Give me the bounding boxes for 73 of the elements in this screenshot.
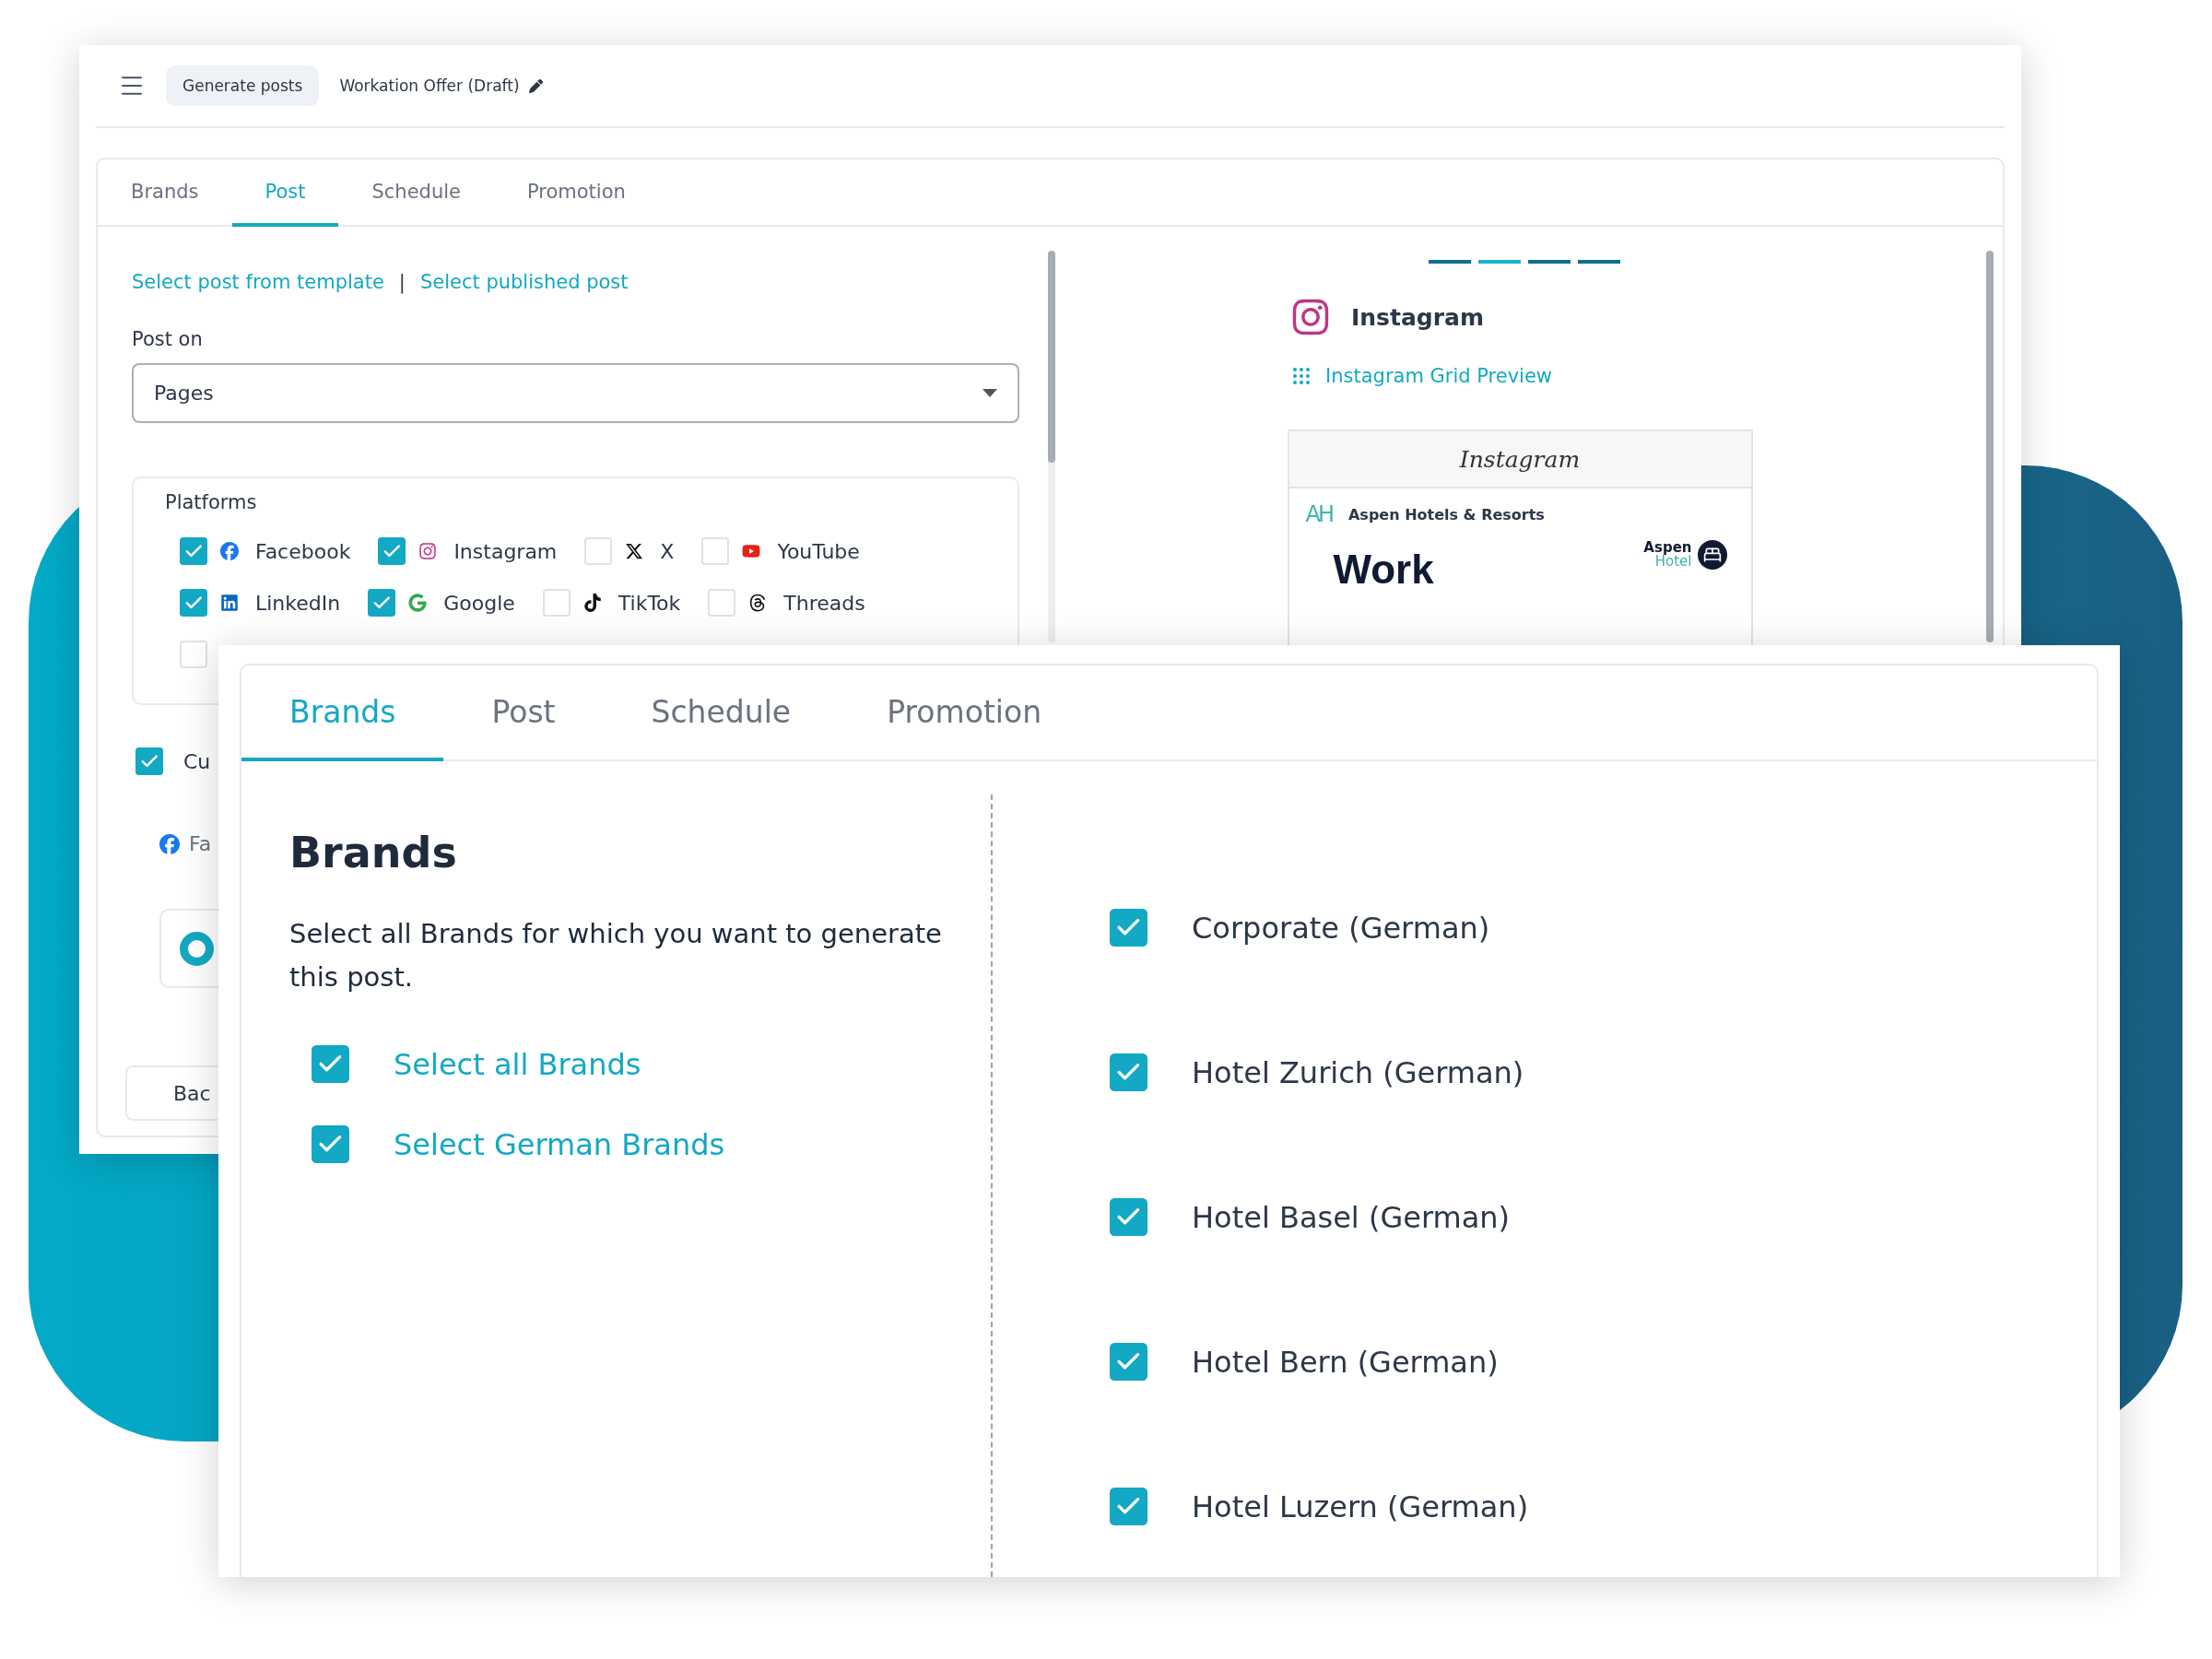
- platform-label: Facebook: [255, 539, 351, 563]
- ring-icon: [180, 931, 214, 966]
- platforms-title: Platforms: [165, 491, 258, 513]
- tab[interactable]: Post: [443, 665, 604, 761]
- section-description: Select all Brands for which you want to generate this post.: [289, 917, 943, 994]
- caret-icon: [982, 389, 997, 397]
- brand-name: Aspen: [1643, 541, 1692, 555]
- tab[interactable]: Promotion: [493, 159, 659, 227]
- grid-preview-link[interactable]: Instagram Grid Preview: [1290, 365, 1751, 387]
- checkbox[interactable]: [1110, 1053, 1147, 1091]
- platform-label: Google: [443, 591, 515, 615]
- instagram-icon: [1290, 297, 1331, 337]
- checkbox[interactable]: [312, 1045, 349, 1083]
- platform-label: X: [660, 539, 675, 563]
- instagram-icon: [418, 542, 438, 560]
- checkbox[interactable]: [1110, 909, 1147, 947]
- platform-label: TikTok: [618, 591, 681, 615]
- published-post-link[interactable]: Select published post: [419, 271, 629, 293]
- quick-select-label[interactable]: Select German Brands: [394, 1126, 725, 1162]
- brand-label: Corporate (German): [1192, 910, 1490, 946]
- tab[interactable]: Schedule: [338, 159, 494, 227]
- tab[interactable]: Schedule: [603, 665, 840, 761]
- field-label: Post on: [132, 328, 204, 350]
- pencil-icon[interactable]: [528, 78, 543, 93]
- breadcrumb-chip[interactable]: Generate posts: [166, 65, 320, 106]
- app-name: Instagram: [1459, 445, 1581, 473]
- section-title: Brands: [289, 828, 458, 877]
- checkbox[interactable]: [1110, 1198, 1147, 1236]
- option-label: Cu: [183, 749, 211, 773]
- checkbox[interactable]: [312, 1125, 349, 1163]
- platform-name: Instagram: [1351, 303, 1484, 331]
- checkbox[interactable]: [1110, 1488, 1147, 1525]
- x-icon: [625, 542, 644, 560]
- checkbox[interactable]: [180, 589, 207, 617]
- link-separator: |: [398, 271, 406, 293]
- facebook-icon: [159, 833, 180, 854]
- platform-label: Threads: [783, 591, 865, 615]
- threads-icon: [748, 594, 768, 612]
- scrollbar[interactable]: [1048, 251, 1055, 642]
- quick-select-label[interactable]: Select all Brands: [394, 1046, 641, 1082]
- account-logo: AH: [1305, 501, 1332, 527]
- facebook-icon: [220, 542, 239, 560]
- tab[interactable]: Brands: [98, 159, 232, 227]
- checkbox[interactable]: [1110, 1343, 1147, 1381]
- platform-label: Instagram: [453, 539, 558, 563]
- brand-subtitle: Hotel: [1654, 555, 1692, 569]
- post-headline: Work: [1333, 549, 1434, 590]
- tab[interactable]: Post: [231, 159, 339, 227]
- scrollbar[interactable]: [1986, 251, 1994, 642]
- brand-label: Hotel Basel (German): [1192, 1199, 1511, 1235]
- checkbox[interactable]: [180, 537, 207, 565]
- youtube-icon: [742, 542, 761, 560]
- back-button[interactable]: Bac: [125, 1065, 218, 1121]
- post-on-select[interactable]: Pages: [132, 363, 1019, 423]
- bed-icon: [1697, 540, 1727, 570]
- platform-label: LinkedIn: [255, 591, 341, 615]
- draft-title: Workation Offer (Draft): [339, 76, 520, 95]
- grid-icon: [1290, 365, 1312, 387]
- checkbox[interactable]: [368, 589, 396, 617]
- template-link[interactable]: Select post from template: [132, 271, 384, 293]
- brand-label: Hotel Luzern (German): [1192, 1488, 1529, 1524]
- checkbox[interactable]: [378, 537, 406, 565]
- linkedin-icon: [220, 594, 239, 612]
- tab[interactable]: Brands: [241, 665, 444, 761]
- account-name: Aspen Hotels & Resorts: [1347, 505, 1545, 524]
- brand-label: Hotel Zurich (German): [1192, 1054, 1524, 1090]
- google-icon: [408, 594, 428, 612]
- brand-label: Hotel Bern (German): [1192, 1344, 1499, 1380]
- platform-label: YouTube: [777, 539, 860, 563]
- tiktok-icon: [582, 594, 602, 612]
- checkbox[interactable]: [135, 747, 163, 775]
- tab[interactable]: Promotion: [839, 665, 1090, 761]
- account-label: Fa: [189, 832, 212, 855]
